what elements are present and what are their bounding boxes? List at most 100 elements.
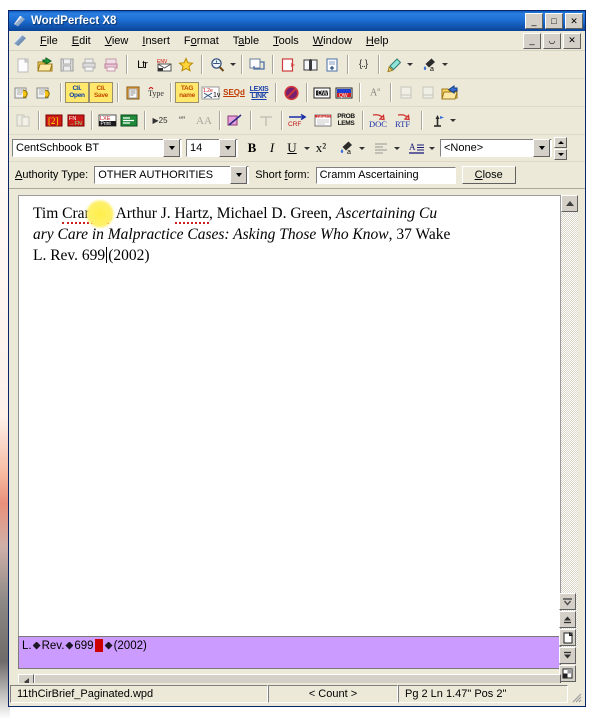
open-document-icon[interactable]	[34, 54, 56, 76]
status-filename[interactable]: 11thCirBrief_Paginated.wpd	[10, 685, 268, 703]
minimize-button[interactable]: _	[525, 13, 543, 29]
close-authority-button[interactable]: Close	[461, 166, 516, 184]
lexis-link-icon[interactable]: LEXIS LINK	[247, 82, 271, 103]
underline-button[interactable]: U	[282, 138, 302, 158]
highlighter-icon[interactable]	[383, 54, 405, 76]
seqd-icon[interactable]: SEQd	[221, 82, 247, 104]
insert-page-icon[interactable]	[321, 54, 343, 76]
clipboard-icon[interactable]	[122, 82, 144, 104]
cli-open-icon[interactable]: Cli. Open	[65, 82, 89, 103]
print-icon[interactable]	[78, 54, 100, 76]
authority-type-dropdown-arrow[interactable]	[230, 166, 248, 184]
menu-item-view[interactable]: View	[98, 33, 136, 49]
font-name-dropdown-arrow[interactable]	[163, 139, 180, 157]
previous-page-icon[interactable]	[559, 611, 576, 628]
open-folder-blue-icon[interactable]	[439, 82, 461, 104]
new-document-icon[interactable]	[12, 54, 34, 76]
style-combo[interactable]: <None>	[440, 139, 552, 157]
vertical-scrollbar[interactable]	[561, 195, 578, 648]
italic-button[interactable]: I	[262, 138, 282, 158]
two-page-view-icon[interactable]	[299, 54, 321, 76]
letter-format-icon[interactable]: Ltr	[131, 54, 153, 76]
menu-item-help[interactable]: Help	[359, 33, 396, 49]
document-page[interactable]: Tim Cramm, Arthur J. Hartz, Michael D. G…	[18, 195, 561, 648]
rtf-export-icon[interactable]: RTF	[393, 110, 417, 132]
maximize-button[interactable]: □	[545, 13, 563, 29]
underline-dropdown-arrow[interactable]	[302, 137, 311, 159]
short-form-input[interactable]: Cramm Ascertaining	[315, 166, 456, 184]
quotes-icon[interactable]: “”	[171, 110, 193, 132]
bold-button[interactable]: B	[242, 138, 262, 158]
resize-grip[interactable]	[568, 683, 584, 705]
favorites-star-icon[interactable]	[175, 54, 197, 76]
close-button[interactable]: ✕	[565, 13, 583, 29]
page-icon[interactable]	[559, 629, 576, 646]
superscript-icon[interactable]: Aa	[364, 82, 386, 104]
draft-icon[interactable]: DRAFT	[312, 110, 334, 132]
green-lines-icon[interactable]	[118, 110, 140, 132]
text-style-icon[interactable]: A	[405, 137, 427, 159]
quickfinder-icon[interactable]	[559, 665, 576, 682]
status-count[interactable]: < Count >	[268, 685, 398, 703]
section-25-icon[interactable]: ▶25	[149, 110, 171, 132]
page-right-icon[interactable]	[417, 82, 439, 104]
document-menu-icon[interactable]	[13, 33, 28, 48]
qw-icon[interactable]: QW	[311, 82, 333, 104]
status-position[interactable]: Pg 2 Ln 1.47" Pos 2"	[398, 685, 568, 703]
font-color-icon[interactable]: a	[418, 54, 440, 76]
tag-icon[interactable]: TAG name	[175, 82, 199, 103]
vertical-scroll-track[interactable]	[561, 212, 578, 648]
font-name-combo[interactable]: CentSchbook BT	[12, 139, 182, 157]
font-size-combo[interactable]: 14	[186, 139, 238, 157]
crf-icon[interactable]: CRF	[286, 110, 312, 132]
no-symbol-icon[interactable]	[280, 82, 302, 104]
font-size-dropdown-arrow[interactable]	[219, 139, 236, 157]
next-page-icon[interactable]	[559, 647, 576, 664]
scroll-up-button[interactable]	[561, 195, 578, 212]
doc-restore-button[interactable]: ◡	[543, 32, 561, 49]
alignment-dropdown-arrow[interactable]	[392, 137, 401, 159]
save-document-icon[interactable]	[56, 54, 78, 76]
cut-link-icon[interactable]	[224, 110, 246, 132]
table-format-icon[interactable]	[255, 110, 277, 132]
print-preview-icon[interactable]	[100, 54, 122, 76]
bracket-codes-icon[interactable]: {..}	[352, 54, 374, 76]
authority-type-combo[interactable]: OTHER AUTHORITIES	[94, 166, 250, 184]
format-1v2-icon[interactable]: 1.2e1v2	[199, 82, 221, 104]
double-a-icon[interactable]: AA	[193, 110, 215, 132]
property-bar-spin-down[interactable]	[554, 148, 567, 160]
highlighter-dropdown-arrow[interactable]	[405, 54, 414, 76]
lexe-print-icon[interactable]: LXE Print	[96, 110, 118, 132]
client-folder-open-icon[interactable]	[12, 82, 34, 104]
new-page-icon[interactable]	[277, 54, 299, 76]
menu-item-insert[interactable]: Insert	[135, 33, 177, 49]
highlight-color-icon[interactable]: a	[335, 137, 357, 159]
menu-item-file[interactable]: File	[33, 33, 65, 49]
style-dropdown-arrow[interactable]	[533, 139, 550, 157]
page-left-icon[interactable]	[395, 82, 417, 104]
font-color-dropdown-arrow[interactable]	[440, 54, 449, 76]
menu-item-tools[interactable]: Tools	[266, 33, 306, 49]
text-style-dropdown-arrow[interactable]	[427, 137, 436, 159]
zoom-dropdown-arrow[interactable]	[228, 54, 237, 76]
merge-icon[interactable]	[426, 110, 448, 132]
menu-item-table[interactable]: Table	[226, 33, 266, 49]
type-icon[interactable]: Type	[144, 82, 166, 104]
envelope-icon[interactable]: ENV	[153, 54, 175, 76]
superscript-button[interactable]: x²	[311, 138, 331, 158]
menu-item-edit[interactable]: Edit	[65, 33, 98, 49]
zoom-icon[interactable]	[206, 54, 228, 76]
document-compare-icon[interactable]	[12, 110, 34, 132]
cli-save-icon[interactable]: Cli. Save	[89, 82, 113, 103]
property-bar-spin-up[interactable]	[554, 136, 567, 148]
problems-icon[interactable]: PROB LEMS	[334, 110, 358, 131]
client-folder-save-icon[interactable]	[34, 82, 56, 104]
bracket-2-icon[interactable]: [2]	[43, 110, 65, 132]
property-bar-spinner[interactable]	[554, 136, 567, 160]
alignment-icon[interactable]	[370, 137, 392, 159]
merge-dropdown-arrow[interactable]	[448, 110, 457, 132]
page-view-icon[interactable]	[246, 54, 268, 76]
qw-blue-icon[interactable]: QW	[333, 82, 355, 104]
doc-export-icon[interactable]: DOC	[367, 110, 393, 132]
footnote-convert-icon[interactable]: FN →FN	[65, 110, 87, 132]
